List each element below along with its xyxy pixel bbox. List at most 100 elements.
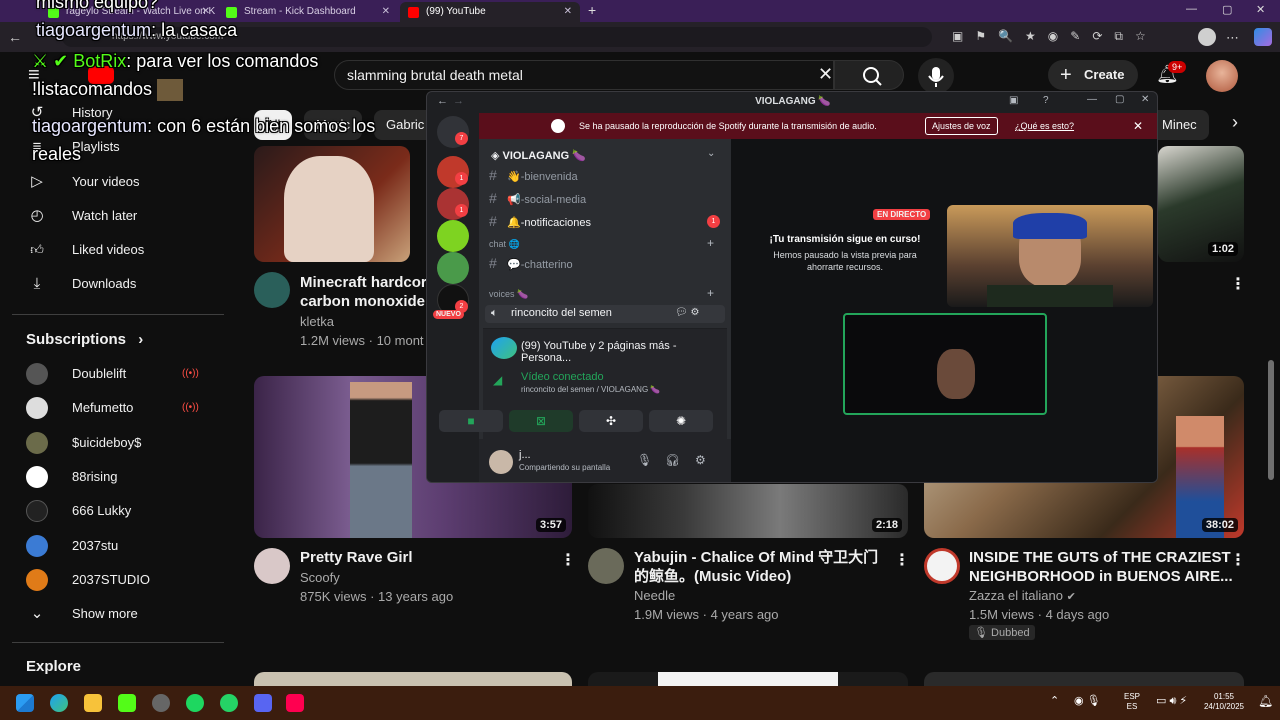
account-avatar[interactable] (1206, 60, 1238, 92)
video-thumbnail[interactable] (254, 146, 410, 262)
windows-start-icon[interactable] (16, 694, 34, 712)
close-tab-icon[interactable]: ✕ (202, 2, 210, 22)
video-meta: 875K views · 13 years ago (300, 589, 454, 604)
channel-chatterino[interactable]: # 💬-chatterino (489, 254, 573, 272)
category-voices[interactable]: voices 🍆 (489, 289, 528, 300)
page-scrollbar[interactable] (1268, 360, 1274, 480)
chat-emote (157, 79, 184, 102)
close-tab-icon[interactable]: ✕ (564, 2, 572, 22)
whats-this-link[interactable]: ¿Qué es esto? (1015, 113, 1074, 139)
maximize-icon[interactable]: ▢ (1222, 3, 1232, 16)
discord-taskbar-icon[interactable] (254, 694, 272, 712)
video-more-options-icon[interactable]: ⋮ (560, 550, 576, 570)
clock[interactable]: 01:55 24/10/2025 (1200, 692, 1248, 712)
channel-name[interactable]: kletka (300, 314, 334, 329)
camera-button[interactable]: ■ (439, 410, 503, 432)
chips-next-chevron-icon[interactable]: › (1232, 112, 1238, 133)
discord-inbox-icon[interactable]: ▣ (1009, 95, 1018, 106)
search-button[interactable] (834, 60, 904, 90)
channel-name[interactable]: Zazza el italiano ✔ (969, 588, 1076, 603)
screenshare-button[interactable]: ⊠ (509, 410, 573, 432)
server-dropdown-chevron-icon[interactable]: ⌄ (707, 148, 715, 159)
channel-avatar[interactable] (254, 272, 290, 308)
channel-notificaciones[interactable]: # 🔔-notificaciones (489, 212, 591, 230)
video-more-options-icon[interactable]: ⋮ (1230, 274, 1246, 294)
edge-taskbar-icon[interactable] (50, 694, 68, 712)
voice-channel-actions-icons[interactable]: 💬︎ ⚙ (675, 307, 699, 318)
channel-name[interactable]: Scoofy (300, 570, 340, 585)
channel-name[interactable]: Needle (634, 588, 675, 603)
discord-back-icon[interactable]: ← (437, 95, 448, 107)
subscriptions-heading[interactable]: Subscriptions › (26, 331, 143, 348)
obs-taskbar-icon[interactable] (152, 694, 170, 712)
file-explorer-icon[interactable] (84, 694, 102, 712)
server-icon[interactable] (437, 252, 469, 284)
server-icon[interactable] (437, 220, 469, 252)
video-title[interactable]: Pretty Rave Girl (300, 548, 413, 567)
headphones-icon[interactable]: 🎧︎ (665, 453, 680, 467)
tiktok-taskbar-icon[interactable] (286, 694, 304, 712)
voice-channel-rinconcito[interactable]: 🔈︎ rinconcito del semen 💬︎ ⚙ (485, 305, 725, 323)
add-channel-icon[interactable]: + (707, 286, 714, 300)
video-title[interactable]: Minecraft hardcore carbon monoxide (300, 273, 435, 311)
category-chat[interactable]: chat 🌐 (489, 239, 520, 250)
soundboard-button[interactable]: ✺ (649, 410, 713, 432)
copilot-icon[interactable] (1254, 28, 1272, 46)
video-title[interactable]: Yabujin - Chalice Of Mind 守卫大门 的鲸鱼。(Musi… (634, 548, 878, 586)
channel-avatar[interactable] (254, 548, 290, 584)
clear-search-icon[interactable]: ✕ (818, 64, 833, 85)
discord-help-icon[interactable]: ? (1043, 95, 1049, 106)
close-banner-icon[interactable]: ✕ (1133, 113, 1143, 139)
new-tab-icon[interactable]: + (588, 2, 596, 18)
channel-social-media[interactable]: # 📢-social-media (489, 189, 586, 207)
tray-chevron-icon[interactable]: ⌃ (1050, 694, 1059, 707)
video-more-options-icon[interactable]: ⋮ (1230, 550, 1246, 570)
browser-tab-kick-dashboard[interactable]: Stream - Kick Dashboard ✕ (218, 2, 398, 22)
language-indicator[interactable]: ESP ES (1124, 692, 1140, 712)
profile-avatar[interactable] (1198, 28, 1216, 46)
close-tab-icon[interactable]: ✕ (382, 2, 390, 22)
screenshare-tile[interactable] (843, 313, 1047, 415)
user-settings-gear-icon[interactable]: ⚙ (695, 453, 706, 467)
browser-toolbar-icons[interactable]: ▣⚑🔍★◉✎⟳⧉☆ (952, 29, 1192, 45)
add-channel-icon[interactable]: + (707, 236, 714, 250)
channel-avatar[interactable] (924, 548, 960, 584)
channel-avatar[interactable] (588, 548, 624, 584)
voice-search-button[interactable] (918, 58, 954, 94)
video-more-options-icon[interactable]: ⋮ (894, 550, 910, 570)
discord-forward-icon[interactable]: → (453, 95, 464, 107)
kick-taskbar-icon[interactable] (118, 694, 136, 712)
video-thumbnail[interactable] (588, 672, 908, 686)
microphone-icon[interactable]: 🎙︎ (637, 453, 652, 467)
close-window-icon[interactable]: ✕ (1256, 3, 1265, 16)
activities-button[interactable]: ✣ (579, 410, 643, 432)
network-volume-icons[interactable]: ▭ 🔊︎ ⚡ (1156, 694, 1187, 708)
video-thumbnail[interactable] (254, 672, 572, 686)
server-name[interactable]: ◈ VIOLAGANG 🍆 (491, 149, 586, 162)
webcam-tile[interactable] (947, 205, 1153, 307)
sidebar-divider (12, 314, 224, 315)
discord-maximize-icon[interactable]: ▢ (1115, 94, 1124, 105)
browser-menu-icon[interactable]: ⋯ (1226, 30, 1239, 46)
video-thumbnail[interactable] (924, 672, 1244, 686)
whatsapp-taskbar-icon[interactable] (220, 694, 238, 712)
chat-message: mismo equipo? (36, 0, 158, 13)
search-input[interactable]: slamming brutal death metal (334, 60, 834, 90)
video-title[interactable]: INSIDE THE GUTS of THE CRAZIEST NEIGHBOR… (969, 548, 1233, 586)
video-thumbnail[interactable]: 2:18 (588, 484, 908, 538)
spotify-taskbar-icon[interactable] (186, 694, 204, 712)
channel-bienvenida[interactable]: # 👋-bienvenida (489, 166, 578, 184)
discord-close-icon[interactable]: ✕ (1141, 94, 1149, 105)
create-button[interactable]: + Create (1048, 60, 1138, 90)
notification-center-icon[interactable]: 🔔︎ (1258, 694, 1273, 708)
browser-tab-youtube[interactable]: (99) YouTube ✕ (400, 2, 580, 22)
user-avatar[interactable] (489, 450, 513, 474)
voice-settings-button[interactable]: Ajustes de voz (925, 117, 998, 135)
back-icon[interactable]: ← (6, 28, 24, 46)
video-thumbnail[interactable]: 1:02 (1158, 146, 1244, 262)
minimize-icon[interactable]: — (1186, 3, 1197, 15)
tab-label: Stream - Kick Dashboard (244, 6, 356, 17)
chip-minecraft[interactable]: Minec (1150, 110, 1209, 140)
tray-app-icons[interactable]: ◉ 🎙︎ (1074, 694, 1101, 707)
discord-minimize-icon[interactable]: — (1087, 94, 1097, 105)
